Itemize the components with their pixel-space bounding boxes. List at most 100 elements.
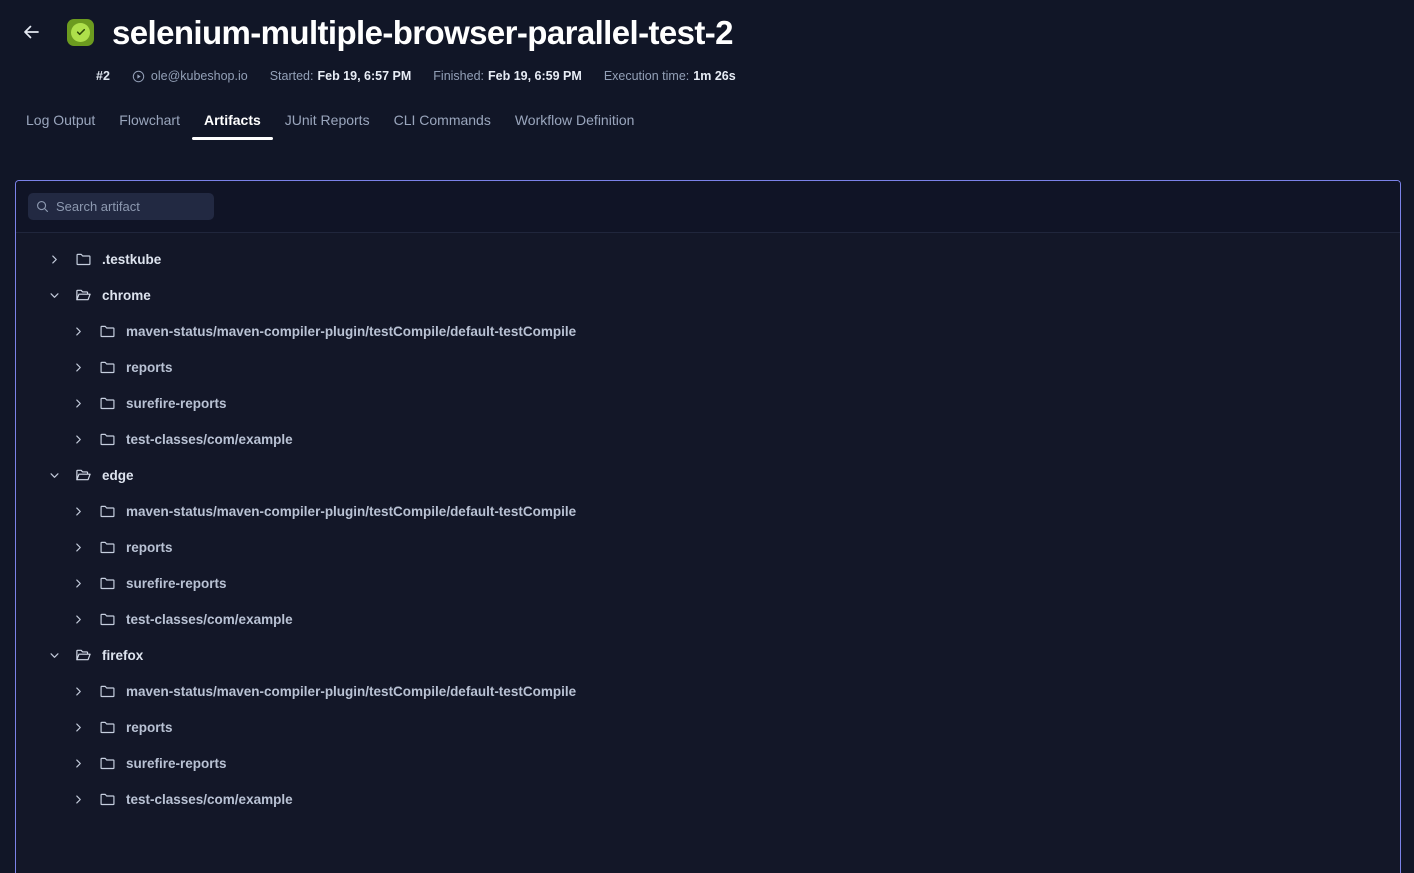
chevron-right-icon[interactable] — [70, 575, 86, 591]
chevron-down-icon[interactable] — [46, 467, 62, 483]
artifact-tree-row[interactable]: reports — [16, 349, 1400, 385]
artifacts-tree: .testkube chrome maven-status/maven-compil… — [16, 233, 1400, 817]
artifact-tree-label: test-classes/com/example — [126, 432, 293, 447]
status-passed-check-icon — [71, 23, 90, 42]
artifact-tree-label: surefire-reports — [126, 396, 227, 411]
tab-junit-reports[interactable]: JUnit Reports — [273, 112, 382, 140]
chevron-right-icon[interactable] — [70, 791, 86, 807]
artifact-tree-row[interactable]: reports — [16, 529, 1400, 565]
artifacts-search-row — [16, 181, 1400, 233]
artifact-tree-label: maven-status/maven-compiler-plugin/testC… — [126, 324, 576, 339]
artifact-tree-row[interactable]: test-classes/com/example — [16, 421, 1400, 457]
artifact-tree-row[interactable]: surefire-reports — [16, 565, 1400, 601]
artifact-tree-row[interactable]: chrome — [16, 277, 1400, 313]
artifact-tree-label: maven-status/maven-compiler-plugin/testC… — [126, 684, 576, 699]
finished-label: Finished: — [433, 69, 484, 83]
started-value: Feb 19, 6:57 PM — [317, 69, 411, 83]
chevron-right-icon[interactable] — [70, 611, 86, 627]
folder-icon — [98, 538, 116, 556]
chevron-right-icon[interactable] — [70, 503, 86, 519]
artifacts-page: selenium-multiple-browser-parallel-test-… — [0, 0, 1414, 873]
artifact-tree-row[interactable]: surefire-reports — [16, 745, 1400, 781]
chevron-right-icon[interactable] — [70, 323, 86, 339]
execution-header: selenium-multiple-browser-parallel-test-… — [0, 0, 1414, 154]
folder-open-icon — [74, 646, 92, 664]
meta-execution-time: Execution time: 1m 26s — [604, 69, 736, 83]
folder-icon — [98, 358, 116, 376]
search-artifact-input[interactable] — [56, 199, 206, 214]
artifacts-panel: .testkube chrome maven-status/maven-compil… — [15, 180, 1401, 873]
title-row: selenium-multiple-browser-parallel-test-… — [0, 0, 1414, 64]
chevron-right-icon[interactable] — [70, 539, 86, 555]
chevron-right-icon[interactable] — [70, 755, 86, 771]
arrow-left-icon — [20, 21, 42, 43]
artifact-tree-label: test-classes/com/example — [126, 612, 293, 627]
artifact-tree-label: .testkube — [102, 252, 161, 267]
back-button[interactable] — [14, 15, 48, 49]
artifact-tree-row[interactable]: edge — [16, 457, 1400, 493]
status-badge — [67, 19, 94, 46]
artifact-tree-row[interactable]: maven-status/maven-compiler-plugin/testC… — [16, 313, 1400, 349]
folder-icon — [74, 250, 92, 268]
artifact-tree-label: maven-status/maven-compiler-plugin/testC… — [126, 504, 576, 519]
artifact-tree-label: edge — [102, 468, 134, 483]
artifact-tree-label: surefire-reports — [126, 756, 227, 771]
artifact-tree-label: surefire-reports — [126, 576, 227, 591]
chevron-down-icon[interactable] — [46, 647, 62, 663]
chevron-right-icon[interactable] — [70, 719, 86, 735]
chevron-right-icon[interactable] — [70, 359, 86, 375]
started-label: Started: — [270, 69, 314, 83]
folder-icon — [98, 322, 116, 340]
artifact-tree-row[interactable]: maven-status/maven-compiler-plugin/testC… — [16, 673, 1400, 709]
execution-time-value: 1m 26s — [693, 69, 735, 83]
folder-icon — [98, 430, 116, 448]
artifact-tree-label: firefox — [102, 648, 143, 663]
page-title: selenium-multiple-browser-parallel-test-… — [112, 16, 733, 49]
user-value: ole@kubeshop.io — [151, 69, 248, 83]
execution-meta: #2 ole@kubeshop.io Started: Feb 19, 6:57… — [0, 64, 1414, 88]
chevron-down-icon[interactable] — [46, 287, 62, 303]
chevron-right-icon[interactable] — [46, 251, 62, 267]
artifact-tree-label: reports — [126, 360, 173, 375]
folder-icon — [98, 790, 116, 808]
folder-icon — [98, 610, 116, 628]
artifact-tree-row[interactable]: maven-status/maven-compiler-plugin/testC… — [16, 493, 1400, 529]
play-circle-icon — [132, 70, 145, 83]
tab-bar: Log OutputFlowchartArtifactsJUnit Report… — [0, 112, 1414, 154]
search-artifact-box[interactable] — [28, 193, 214, 220]
tab-cli-commands[interactable]: CLI Commands — [382, 112, 503, 140]
meta-run-number: #2 — [96, 69, 110, 83]
artifact-tree-row[interactable]: surefire-reports — [16, 385, 1400, 421]
folder-open-icon — [74, 466, 92, 484]
meta-finished: Finished: Feb 19, 6:59 PM — [433, 69, 582, 83]
run-number-value: #2 — [96, 69, 110, 83]
folder-icon — [98, 394, 116, 412]
execution-time-label: Execution time: — [604, 69, 689, 83]
artifact-tree-label: test-classes/com/example — [126, 792, 293, 807]
artifact-tree-row[interactable]: reports — [16, 709, 1400, 745]
finished-value: Feb 19, 6:59 PM — [488, 69, 582, 83]
search-icon — [36, 200, 49, 213]
artifact-tree-row[interactable]: test-classes/com/example — [16, 601, 1400, 637]
tab-artifacts[interactable]: Artifacts — [192, 112, 273, 140]
folder-open-icon — [74, 286, 92, 304]
folder-icon — [98, 682, 116, 700]
artifact-tree-label: chrome — [102, 288, 151, 303]
artifact-tree-label: reports — [126, 540, 173, 555]
meta-started: Started: Feb 19, 6:57 PM — [270, 69, 412, 83]
folder-icon — [98, 718, 116, 736]
tab-flowchart[interactable]: Flowchart — [107, 112, 192, 140]
tab-workflow-definition[interactable]: Workflow Definition — [503, 112, 647, 140]
chevron-right-icon[interactable] — [70, 431, 86, 447]
artifact-tree-row[interactable]: .testkube — [16, 241, 1400, 277]
folder-icon — [98, 754, 116, 772]
artifact-tree-label: reports — [126, 720, 173, 735]
chevron-right-icon[interactable] — [70, 683, 86, 699]
folder-icon — [98, 502, 116, 520]
tab-log-output[interactable]: Log Output — [14, 112, 107, 140]
folder-icon — [98, 574, 116, 592]
chevron-right-icon[interactable] — [70, 395, 86, 411]
meta-user: ole@kubeshop.io — [132, 69, 248, 83]
artifact-tree-row[interactable]: test-classes/com/example — [16, 781, 1400, 817]
artifact-tree-row[interactable]: firefox — [16, 637, 1400, 673]
